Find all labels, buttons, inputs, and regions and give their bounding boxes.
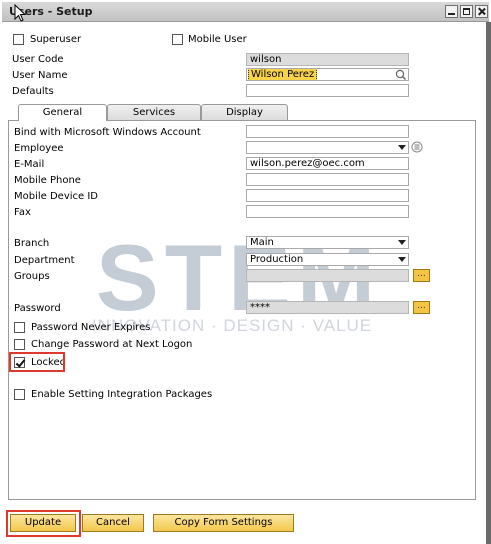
bind-windows-account-field[interactable] <box>246 125 409 138</box>
groups-browse-button[interactable]: ... <box>413 269 430 282</box>
copy-form-settings-label: Copy Form Settings <box>174 517 273 528</box>
email-label: E-Mail <box>14 159 45 170</box>
user-name-field[interactable]: Wilson Perez <box>246 68 409 81</box>
maximize-button[interactable] <box>460 5 473 18</box>
superuser-checkbox[interactable] <box>13 34 24 45</box>
bind-windows-account-label: Bind with Microsoft Windows Account <box>14 127 201 138</box>
update-button-label: Update <box>24 517 62 528</box>
groups-label: Groups <box>14 271 50 282</box>
employee-dropdown[interactable] <box>246 141 409 154</box>
copy-form-settings-button[interactable]: Copy Form Settings <box>153 514 294 532</box>
employee-label: Employee <box>14 143 64 154</box>
department-label: Department <box>14 255 75 266</box>
password-value: **** <box>250 302 270 313</box>
mobile-user-label: Mobile User <box>188 34 247 45</box>
password-never-expires-checkbox[interactable] <box>14 322 25 333</box>
update-button[interactable]: Update <box>10 514 76 532</box>
password-browse-button[interactable]: ... <box>413 301 430 314</box>
tab-general-label: General <box>42 107 83 118</box>
mobile-device-id-field[interactable] <box>246 189 409 202</box>
user-name-label: User Name <box>12 70 68 81</box>
tab-general[interactable]: General <box>18 104 107 121</box>
tab-display-label: Display <box>226 107 263 118</box>
change-password-label: Change Password at Next Logon <box>31 339 193 350</box>
mobile-phone-field[interactable] <box>246 173 409 186</box>
groups-field[interactable] <box>246 269 409 282</box>
tab-services[interactable]: Services <box>107 104 201 120</box>
title-bar[interactable]: Users - Setup <box>2 2 489 22</box>
user-code-field[interactable]: wilson <box>246 53 409 66</box>
email-value: wilson.perez@oec.com <box>250 158 365 169</box>
cancel-button[interactable]: Cancel <box>82 514 144 532</box>
user-name-value: Wilson Perez <box>248 69 318 80</box>
email-field[interactable]: wilson.perez@oec.com <box>246 157 409 170</box>
minimize-button[interactable] <box>445 5 458 18</box>
department-dropdown[interactable]: Production <box>246 253 409 266</box>
enable-integration-checkbox[interactable] <box>14 389 25 400</box>
close-button[interactable] <box>475 5 488 18</box>
mouse-cursor-icon <box>14 4 26 22</box>
defaults-label: Defaults <box>12 86 54 97</box>
user-code-value: wilson <box>250 54 282 65</box>
branch-label: Branch <box>14 238 50 249</box>
chevron-down-icon <box>398 145 406 150</box>
defaults-field[interactable] <box>246 84 409 97</box>
password-field[interactable]: **** <box>246 301 409 314</box>
mobile-device-id-label: Mobile Device ID <box>14 191 99 202</box>
branch-dropdown[interactable]: Main <box>246 236 409 249</box>
tab-display[interactable]: Display <box>201 104 288 120</box>
fax-field[interactable] <box>246 205 409 218</box>
change-password-checkbox[interactable] <box>14 339 25 350</box>
locked-label: Locked <box>31 357 66 368</box>
password-never-expires-label: Password Never Expires <box>31 322 151 333</box>
mobile-phone-label: Mobile Phone <box>14 175 81 186</box>
locked-checkbox[interactable] <box>14 357 25 368</box>
cancel-button-label: Cancel <box>96 517 130 528</box>
user-code-label: User Code <box>12 54 64 65</box>
chevron-down-icon <box>398 240 406 245</box>
superuser-label: Superuser <box>30 34 82 45</box>
users-setup-window: Users - Setup Superuser Mobile User User… <box>0 0 491 544</box>
mobile-user-checkbox[interactable] <box>172 34 183 45</box>
enable-integration-label: Enable Setting Integration Packages <box>31 389 213 400</box>
password-label: Password <box>14 303 61 314</box>
window-right-border <box>486 22 491 544</box>
branch-value: Main <box>250 237 274 248</box>
tab-services-label: Services <box>132 107 176 118</box>
chevron-down-icon <box>398 257 406 262</box>
lookup-icon[interactable] <box>395 69 406 80</box>
department-value: Production <box>250 254 304 265</box>
fax-label: Fax <box>14 207 31 218</box>
details-icon[interactable] <box>411 141 423 153</box>
